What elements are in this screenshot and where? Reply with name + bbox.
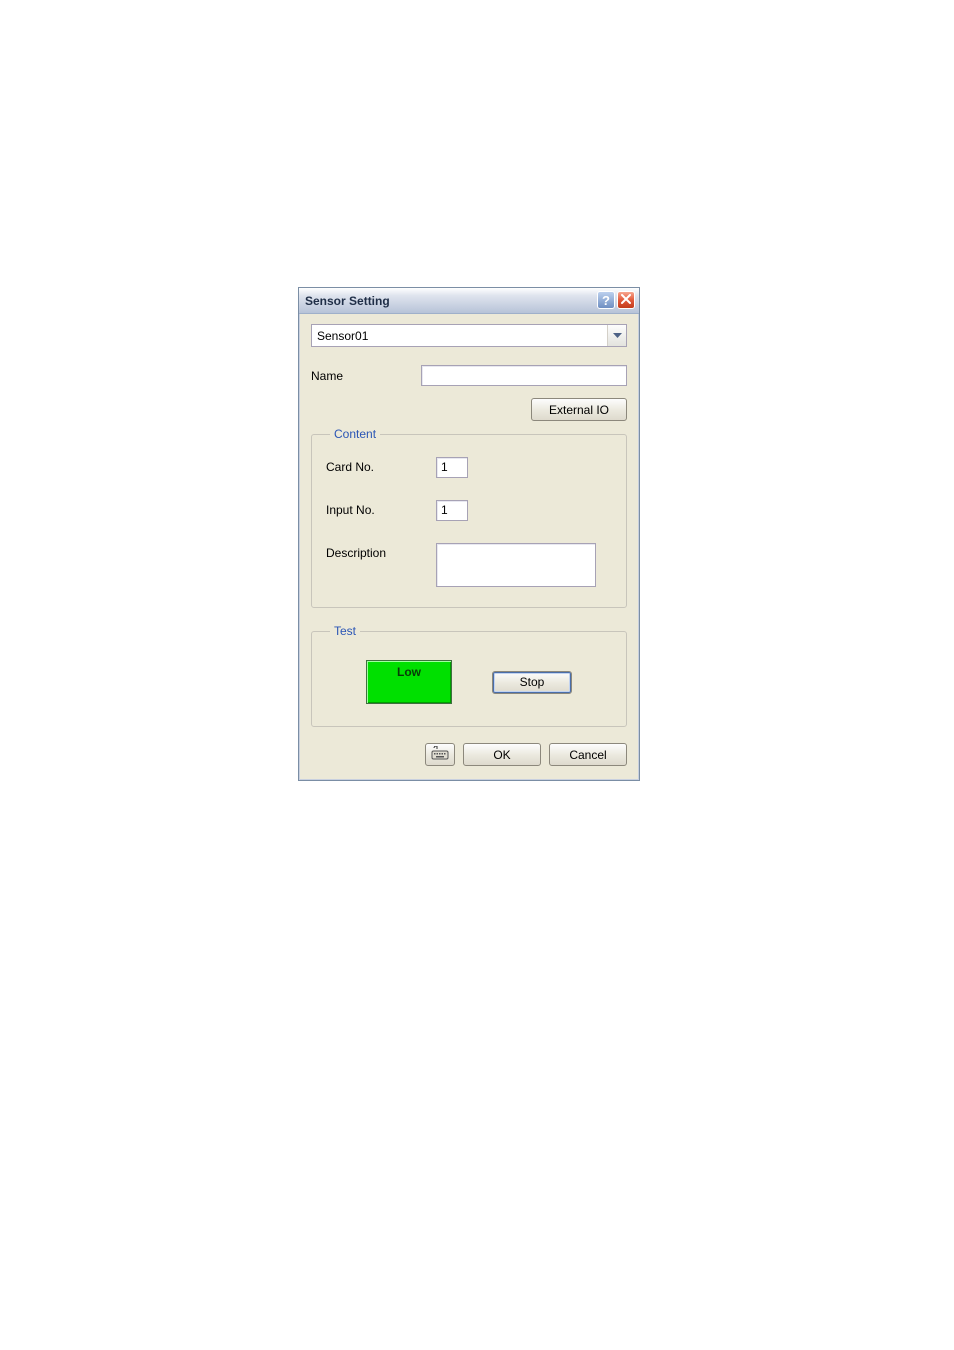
cancel-button[interactable]: Cancel <box>549 743 627 766</box>
test-group: Test Low Stop <box>311 624 627 727</box>
external-io-button[interactable]: External IO <box>531 398 627 421</box>
close-icon <box>621 293 631 307</box>
status-text: Low <box>397 665 421 679</box>
external-io-row: External IO <box>311 398 627 421</box>
card-no-label: Card No. <box>326 457 436 474</box>
keyboard-button[interactable] <box>425 743 455 766</box>
titlebar-buttons: ? <box>597 291 635 309</box>
ok-button[interactable]: OK <box>463 743 541 766</box>
description-field[interactable] <box>436 543 596 587</box>
description-label: Description <box>326 543 436 560</box>
content-legend: Content <box>330 427 380 441</box>
description-row: Description <box>326 543 612 587</box>
card-no-field[interactable]: 1 <box>436 457 468 478</box>
card-no-row: Card No. 1 <box>326 457 612 478</box>
chevron-down-icon <box>607 325 626 346</box>
stop-button[interactable]: Stop <box>492 671 572 694</box>
keyboard-icon <box>431 746 449 763</box>
close-button[interactable] <box>617 291 635 309</box>
input-no-label: Input No. <box>326 500 436 517</box>
name-label: Name <box>311 369 421 383</box>
test-inner: Low Stop <box>326 654 612 710</box>
name-field[interactable] <box>421 365 627 386</box>
test-legend: Test <box>330 624 360 638</box>
dialog-title: Sensor Setting <box>305 294 390 308</box>
sensor-select-value: Sensor01 <box>317 329 368 343</box>
sensor-select[interactable]: Sensor01 <box>311 324 627 347</box>
help-icon: ? <box>602 293 610 308</box>
help-button[interactable]: ? <box>597 291 615 309</box>
status-indicator: Low <box>366 660 452 704</box>
dialog-client-area: Sensor01 Name External IO Content Card N… <box>299 314 639 780</box>
sensor-setting-dialog: Sensor Setting ? Sensor01 Name External … <box>298 287 640 781</box>
content-group: Content Card No. 1 Input No. 1 Descripti… <box>311 427 627 608</box>
input-no-field[interactable]: 1 <box>436 500 468 521</box>
dialog-footer: OK Cancel <box>311 743 627 766</box>
name-row: Name <box>311 365 627 386</box>
titlebar: Sensor Setting ? <box>299 288 639 314</box>
input-no-row: Input No. 1 <box>326 500 612 521</box>
